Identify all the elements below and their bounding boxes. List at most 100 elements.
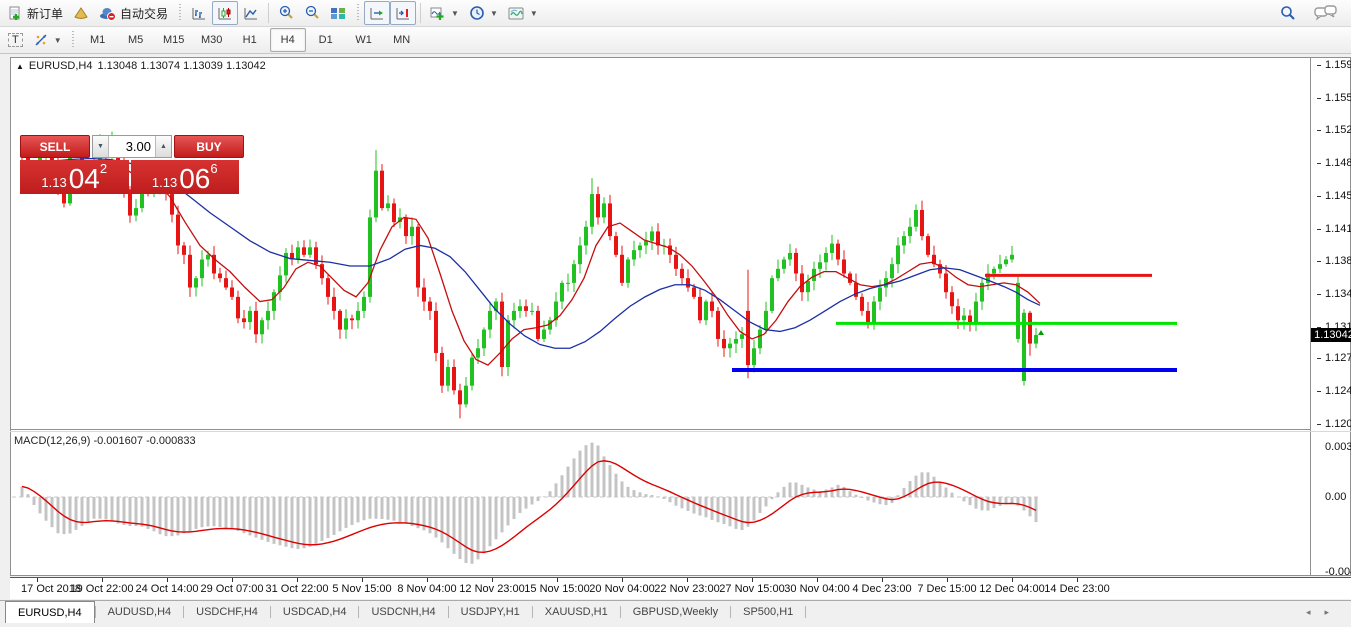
candle: [176, 215, 180, 246]
tile-windows-button[interactable]: [325, 1, 351, 25]
chart-shift-button[interactable]: [390, 1, 416, 25]
candle: [680, 269, 684, 278]
candle: [266, 311, 270, 320]
chart-tab-usdjpy[interactable]: USDJPY,H1: [449, 602, 532, 622]
candle: [974, 302, 978, 323]
time-axis[interactable]: 17 Oct 201819 Oct 22:0024 Oct 14:0029 Oc…: [10, 577, 1351, 599]
candle: [968, 316, 972, 323]
chart-tab-eurusd[interactable]: EURUSD,H4: [5, 601, 95, 623]
dropdown-caret: ▼: [451, 9, 459, 18]
candle: [866, 311, 870, 322]
volume-increase-button[interactable]: ▲: [155, 136, 171, 157]
zoom-in-button[interactable]: [273, 1, 299, 25]
search-icon: [1279, 5, 1296, 22]
crosshair-tool-button[interactable]: ▼: [28, 28, 67, 52]
candle: [584, 227, 588, 246]
chart-tab-gbpusd[interactable]: GBPUSD,Weekly: [621, 602, 730, 622]
time-label: 5 Nov 15:00: [332, 583, 391, 595]
chat-bubbles-icon: [1314, 5, 1338, 22]
chart-tab-xauusd[interactable]: XAUUSD,H1: [533, 602, 620, 622]
time-tick: [232, 578, 233, 582]
indicators-button[interactable]: ▼: [425, 1, 464, 25]
time-tick: [687, 578, 688, 582]
chart-tab-usdcnh[interactable]: USDCNH,H4: [359, 602, 447, 622]
buy-price-prefix: 1.13: [152, 175, 177, 190]
candle: [596, 194, 600, 217]
chart-tab-usdcad[interactable]: USDCAD,H4: [271, 602, 359, 622]
volume-decrease-button[interactable]: ▼: [93, 136, 109, 157]
chat-button[interactable]: [1309, 2, 1343, 26]
candle: [782, 259, 786, 268]
templates-button[interactable]: ▼: [503, 1, 543, 25]
timeframe-button-m5[interactable]: M5: [118, 28, 154, 52]
candle: [614, 236, 618, 255]
candle: [830, 244, 834, 253]
candle: [752, 348, 756, 365]
candle: [812, 269, 816, 281]
candle: [236, 297, 240, 318]
candle: [590, 194, 594, 227]
volume-input[interactable]: [109, 136, 155, 157]
text-label-tool-button[interactable]: T: [3, 28, 28, 52]
candle: [524, 306, 528, 311]
candle: [476, 348, 480, 357]
tab-scroll-arrows[interactable]: ◂▸: [1306, 607, 1343, 618]
candle: [488, 311, 492, 330]
sell-button[interactable]: SELL: [20, 135, 90, 158]
bar-chart-icon: [191, 6, 207, 21]
buy-price-big: 06: [179, 166, 210, 192]
candle: [218, 274, 222, 279]
main-toolbar: 新订单 自动交易: [0, 0, 1351, 27]
candle: [254, 311, 258, 334]
time-label: 12 Nov 23:00: [459, 583, 524, 595]
timeframe-button-m15[interactable]: M15: [156, 28, 192, 52]
zoom-in-icon: [278, 5, 294, 21]
candle: [422, 288, 426, 302]
candle: [452, 367, 456, 390]
periods-clock-icon: [469, 5, 485, 21]
candle: [224, 278, 228, 287]
new-order-button[interactable]: 新订单: [3, 1, 68, 25]
collapse-triangle-icon[interactable]: ▲: [16, 62, 24, 71]
crosshair-arrows-icon: [33, 33, 49, 48]
buy-button[interactable]: BUY: [174, 135, 244, 158]
candle: [482, 330, 486, 349]
timeframe-button-w1[interactable]: W1: [346, 28, 382, 52]
candle: [926, 236, 930, 255]
symbol-tab-bar: ◂▸ EURUSD,H4AUDUSD,H4USDCHF,H4USDCAD,H4U…: [0, 600, 1351, 627]
candlestick-button[interactable]: [212, 1, 238, 25]
chart-tab-usdchf[interactable]: USDCHF,H4: [184, 602, 270, 622]
timeframe-button-mn[interactable]: MN: [384, 28, 420, 52]
buy-price-display[interactable]: 1.13 06 6: [131, 160, 240, 194]
time-tick: [102, 578, 103, 582]
timeframe-button-m30[interactable]: M30: [194, 28, 230, 52]
autotrading-button[interactable]: 自动交易: [94, 1, 173, 25]
time-label: 19 Oct 22:00: [71, 583, 134, 595]
candle: [962, 316, 966, 321]
expert-wizard-button[interactable]: [68, 1, 94, 25]
timeframe-button-h1[interactable]: H1: [232, 28, 268, 52]
candle: [362, 297, 366, 311]
sell-price-display[interactable]: 1.13 04 2: [20, 160, 129, 194]
candle: [992, 269, 996, 274]
candle: [788, 253, 792, 260]
candle: [206, 255, 210, 260]
candle: [530, 311, 534, 312]
candle: [308, 247, 312, 254]
candle: [734, 339, 738, 344]
periods-button[interactable]: ▼: [464, 1, 503, 25]
candle: [188, 255, 192, 288]
timeframe-button-d1[interactable]: D1: [308, 28, 344, 52]
line-chart-button[interactable]: [238, 1, 264, 25]
timeframe-button-h4[interactable]: H4: [270, 28, 306, 52]
zoom-out-button[interactable]: [299, 1, 325, 25]
candle: [380, 171, 384, 208]
candle: [194, 278, 198, 287]
search-button[interactable]: [1274, 2, 1301, 26]
bar-chart-button[interactable]: [186, 1, 212, 25]
auto-scroll-button[interactable]: [364, 1, 390, 25]
chart-tab-sp500[interactable]: SP500,H1: [731, 602, 805, 622]
candle: [272, 292, 276, 311]
chart-tab-audusd[interactable]: AUDUSD,H4: [96, 602, 184, 622]
timeframe-button-m1[interactable]: M1: [80, 28, 116, 52]
